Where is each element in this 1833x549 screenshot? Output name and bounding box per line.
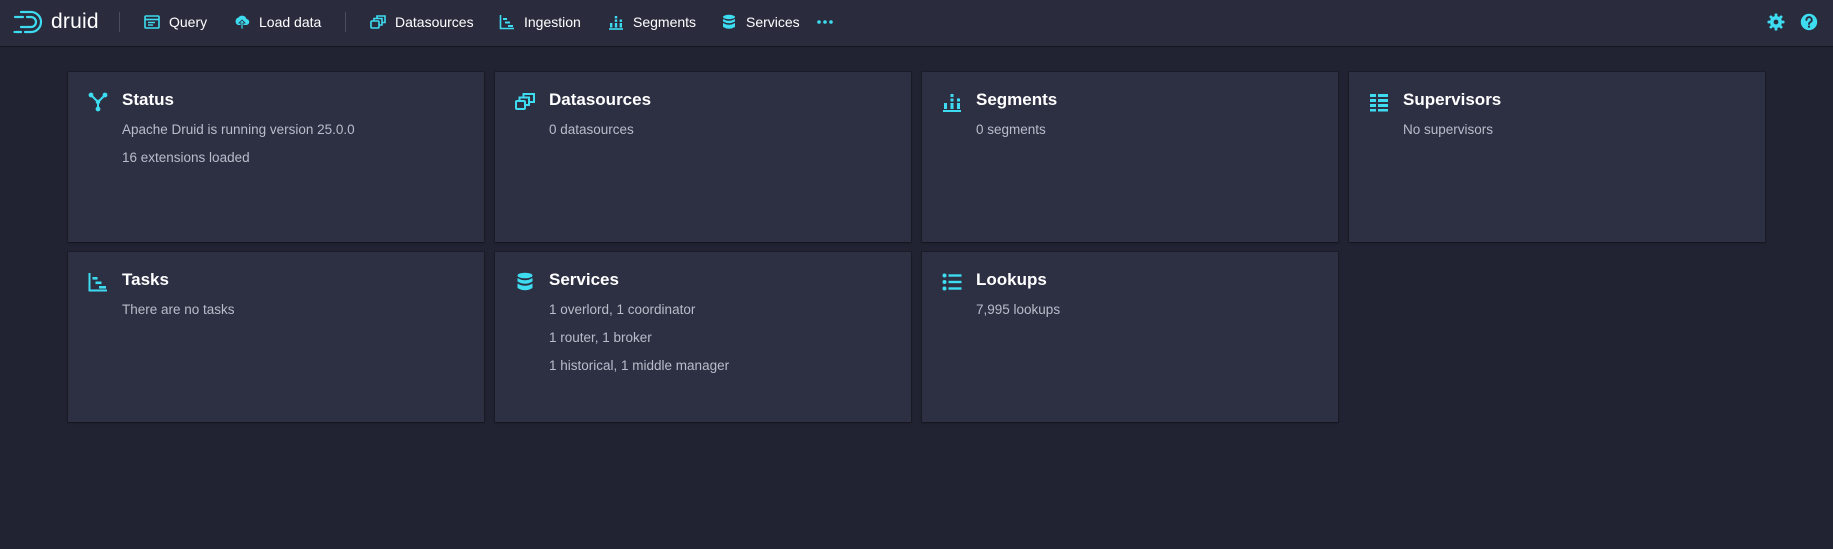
services-router-text: 1 router, 1 broker [549,330,652,345]
more-menu-button[interactable] [815,13,835,31]
supervisors-icon [1369,92,1389,112]
tasks-status-text: There are no tasks [122,302,235,317]
help-icon [1800,13,1818,31]
segments-count-text: 0 segments [976,122,1046,137]
nav-ingestion[interactable]: Ingestion [499,9,581,35]
services-historical-text: 1 historical, 1 middle manager [549,358,730,373]
nav-services[interactable]: Services [721,9,800,35]
datasources-card[interactable]: Datasources 0 datasources [495,72,911,242]
status-icon [88,92,108,112]
query-icon [144,14,160,30]
tasks-icon [88,272,108,292]
ingestion-icon [499,14,515,30]
status-card-title: Status [122,90,174,109]
lookups-icon [942,272,962,292]
segments-icon [608,14,624,30]
nav-segments-label: Segments [633,14,697,30]
services-overlord-text: 1 overlord, 1 coordinator [549,302,696,317]
tasks-card[interactable]: Tasks There are no tasks [68,252,484,422]
status-extensions-text: 16 extensions loaded [122,150,250,165]
lookups-count-text: 7,995 lookups [976,302,1061,317]
lookups-card-title: Lookups [976,270,1047,289]
nav-datasources-label: Datasources [395,14,474,30]
database-icon [721,14,737,30]
lookups-card[interactable]: Lookups 7,995 lookups [922,252,1338,422]
supervisors-card-title: Supervisors [1403,90,1502,109]
status-card[interactable]: Status Apache Druid is running version 2… [68,72,484,242]
segments-icon [942,92,962,112]
datasources-card-title: Datasources [549,90,652,109]
upload-icon [234,14,250,30]
tasks-card-title: Tasks [122,270,169,289]
top-navbar: druid Query Load data Datasources Ingest… [0,0,1833,46]
nav-query-label: Query [169,14,208,30]
nav-load-data[interactable]: Load data [234,9,321,35]
druid-logo-icon [13,10,43,34]
segments-card[interactable]: Segments 0 segments [922,72,1338,242]
nav-load-data-label: Load data [259,14,322,30]
logo-text: druid [51,10,99,33]
supervisors-count-text: No supervisors [1403,122,1494,137]
settings-button[interactable] [1767,13,1785,31]
services-card-title: Services [549,270,619,289]
status-version-text: Apache Druid is running version 25.0.0 [122,122,355,137]
segments-card-title: Segments [976,90,1058,109]
help-button[interactable] [1800,13,1818,31]
datasources-count-text: 0 datasources [549,122,634,137]
nav-services-label: Services [746,14,800,30]
datasources-icon [515,92,535,112]
more-icon [817,20,833,24]
nav-divider [119,12,120,32]
nav-divider [345,12,346,32]
database-icon [515,272,535,292]
datasources-icon [370,14,386,30]
services-card[interactable]: Services 1 overlord, 1 coordinator 1 rou… [495,252,911,422]
nav-query[interactable]: Query [144,9,207,35]
supervisors-card[interactable]: Supervisors No supervisors [1349,72,1765,242]
nav-ingestion-label: Ingestion [524,14,581,30]
nav-datasources[interactable]: Datasources [370,9,474,35]
druid-logo[interactable]: druid [13,8,99,36]
nav-segments[interactable]: Segments [608,9,696,35]
settings-icon [1767,13,1785,31]
